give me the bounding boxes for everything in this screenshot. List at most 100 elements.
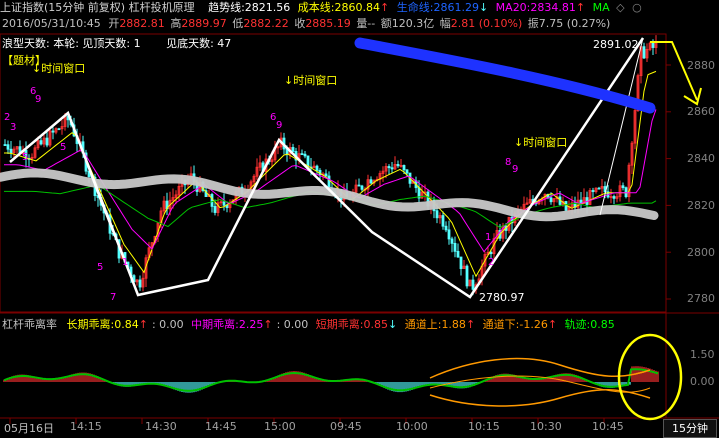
candle-body bbox=[303, 153, 307, 157]
candle-body bbox=[624, 187, 628, 198]
candle-body bbox=[3, 144, 7, 146]
signal-number: 7 bbox=[110, 292, 116, 303]
candle-body bbox=[621, 185, 625, 189]
x-label-date: 05月16日 bbox=[4, 422, 54, 435]
signal-number: 8 bbox=[505, 157, 511, 168]
x-label-1430: 14:30 bbox=[145, 420, 177, 433]
x-label-0945: 09:45 bbox=[330, 420, 362, 433]
y-tick-2860: 2860 bbox=[687, 105, 715, 118]
candle-body bbox=[357, 184, 361, 187]
candle-body bbox=[564, 201, 568, 211]
blue-marker-stroke bbox=[354, 37, 656, 114]
candle-body bbox=[405, 169, 409, 174]
candle-body bbox=[360, 185, 364, 190]
sub-y-tick-0.00: 0.00 bbox=[690, 375, 715, 388]
x-label-1500: 15:00 bbox=[264, 420, 296, 433]
candle-body bbox=[6, 144, 10, 150]
y-tick-2880: 2880 bbox=[687, 59, 715, 72]
candle-body bbox=[441, 215, 445, 227]
x-label-1015: 10:15 bbox=[468, 420, 500, 433]
candle-body bbox=[210, 194, 214, 207]
candle-body bbox=[300, 153, 304, 156]
time-window-label-3: ↓时间窗口 bbox=[514, 136, 568, 149]
indicator-panel bbox=[3, 357, 659, 407]
signal-number: 9 bbox=[35, 94, 41, 105]
mid-bias-label: 中期乖离: bbox=[191, 318, 239, 331]
long-bias-arrow: ↑ bbox=[138, 318, 148, 331]
channel-up-line bbox=[429, 357, 651, 379]
candle-body bbox=[138, 279, 142, 288]
short-bias-label: 短期乖离: bbox=[315, 318, 364, 331]
mid-bias-arrow: ↑ bbox=[263, 318, 273, 331]
low-price-label: 2780.97 bbox=[479, 291, 525, 304]
short-bias-arrow: ↓ bbox=[388, 318, 398, 331]
annotation-overlays bbox=[354, 37, 702, 421]
time-window-label-2: ↓时间窗口 bbox=[284, 74, 338, 87]
signal-number: 2 bbox=[488, 257, 494, 268]
candle-body bbox=[390, 167, 394, 170]
time-window-label-1: ↓时间窗口 bbox=[32, 62, 86, 75]
candle-body bbox=[489, 251, 493, 255]
x-label-1045: 10:45 bbox=[592, 420, 624, 433]
channel-up-value: 1.88 bbox=[441, 318, 466, 331]
channel-down-arrow: ↑ bbox=[547, 318, 558, 331]
short-bias-value: 0.85 bbox=[363, 318, 389, 331]
candle-body bbox=[591, 190, 595, 193]
candle-body bbox=[597, 187, 601, 190]
candle-body bbox=[45, 137, 49, 146]
signal-number: 5 bbox=[22, 152, 28, 163]
sub-y-tick-1.50: 1.50 bbox=[690, 348, 715, 361]
candle-body bbox=[387, 166, 391, 169]
y-tick-2800: 2800 bbox=[687, 246, 715, 259]
candle-body bbox=[57, 128, 61, 131]
signal-number: 3 bbox=[10, 122, 16, 133]
mid-bias-value: 2.25 bbox=[238, 318, 264, 331]
y-tick-2840: 2840 bbox=[687, 152, 715, 165]
period-15min-button[interactable]: 15分钟 bbox=[663, 419, 717, 438]
y-tick-2820: 2820 bbox=[687, 199, 715, 212]
candle-body bbox=[222, 201, 226, 206]
indicator-name: 杠杆乖离率 bbox=[2, 318, 57, 331]
candle-body bbox=[51, 130, 55, 133]
candle-body bbox=[435, 210, 439, 219]
kline-chart[interactable]: 235695 169891257 bbox=[0, 0, 719, 438]
signal-number: 9 bbox=[276, 120, 282, 131]
candle-body bbox=[369, 179, 373, 184]
moving-average-lines bbox=[0, 70, 659, 278]
candle-body bbox=[450, 238, 454, 244]
high-price-label: 2891.02 bbox=[593, 38, 639, 51]
candle-body bbox=[324, 173, 328, 177]
x-label-1415: 14:15 bbox=[70, 420, 102, 433]
channel-down-label: 通道下: bbox=[482, 318, 520, 331]
x-label-1445: 14:45 bbox=[205, 420, 237, 433]
candle-body bbox=[651, 42, 655, 48]
candle-body bbox=[315, 165, 319, 171]
candle-body bbox=[396, 163, 400, 167]
candle-body bbox=[612, 196, 616, 199]
candle-body bbox=[447, 229, 451, 240]
candle-body bbox=[327, 175, 331, 190]
signal-number: 1 bbox=[122, 257, 128, 268]
candle-body bbox=[453, 242, 457, 252]
candle-body bbox=[642, 46, 646, 59]
y-tick-2780: 2780 bbox=[687, 292, 715, 305]
x-label-1000: 10:00 bbox=[396, 420, 428, 433]
long-bias-second: : 0.00 bbox=[151, 318, 184, 331]
signal-number: 5 bbox=[97, 262, 103, 273]
indicator-header: 杠杆乖离率 长期乖离:0.84↑: 0.00 中期乖离:2.25↑: 0.00 … bbox=[2, 317, 615, 333]
signal-number: 5 bbox=[60, 142, 66, 153]
candle-body bbox=[465, 265, 469, 287]
wave-thin-line bbox=[599, 37, 644, 216]
track-value: 0.85 bbox=[590, 318, 615, 331]
candle-body bbox=[213, 205, 217, 213]
signal-number: 1 bbox=[485, 232, 491, 243]
candle-body bbox=[39, 140, 43, 145]
channel-up-arrow: ↑ bbox=[465, 318, 476, 331]
long-bias-label: 长期乖离: bbox=[66, 318, 115, 331]
candle-body bbox=[444, 225, 448, 231]
signal-number: 9 bbox=[512, 164, 518, 175]
x-label-1030: 10:30 bbox=[530, 420, 562, 433]
candle-body bbox=[459, 256, 463, 269]
mid-bias-second: : 0.00 bbox=[276, 318, 309, 331]
channel-down-value: -1.26 bbox=[519, 318, 548, 331]
